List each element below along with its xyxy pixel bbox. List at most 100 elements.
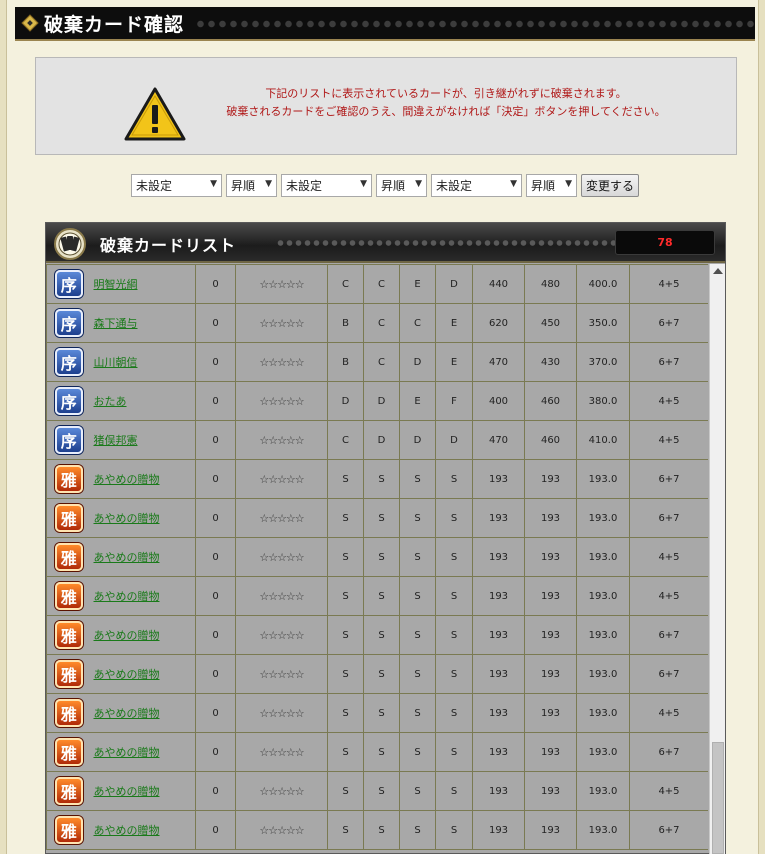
card-name-link[interactable]: 明智光綱 [94,278,138,291]
rarity-badge-icon[interactable]: 雅 [54,660,83,688]
sort-key-select-3[interactable]: 未設定 ▼ [431,174,522,197]
value-2-cell: 193 [524,498,577,538]
value-2-cell: 193 [524,537,577,577]
rank-4-cell: F [435,381,473,421]
card-name-link[interactable]: あやめの贈物 [94,824,160,837]
value-3-cell: 193.0 [576,537,630,577]
sort-filters: 未設定 ▼ 昇順 ▼ 未設定 ▼ 昇順 ▼ 未設定 ▼ 昇順 ▼ 変更する [131,174,640,197]
change-sort-button[interactable]: 変更する [581,174,640,197]
rank-2-cell: S [363,732,400,772]
rarity-badge-icon[interactable]: 雅 [54,816,83,844]
rank-1-cell: B [327,342,364,382]
cost-cell: 6+7 [629,303,708,343]
rarity-badge-icon[interactable]: 序 [54,309,83,337]
level-cell: 0 [195,381,236,421]
value-3-cell: 193.0 [576,693,630,733]
rarity-badge-icon[interactable]: 雅 [54,504,83,532]
rarity-badge-icon[interactable]: 雅 [54,543,83,571]
level-cell: 0 [195,615,236,655]
card-name-link[interactable]: 猪俣邦憲 [94,434,138,447]
stars-cell: ☆☆☆☆☆ [235,615,328,655]
card-icon-cell: 序 [46,381,91,421]
rarity-badge-icon[interactable]: 序 [54,387,83,415]
rank-2-cell: S [363,654,400,694]
value-3-cell: 370.0 [576,342,630,382]
value-3-cell: 193.0 [576,654,630,694]
card-icon-cell: 雅 [46,576,91,616]
sort-key-select-2[interactable]: 未設定 ▼ [281,174,372,197]
rank-1-cell: S [327,498,364,538]
discard-card-list-panel: 破棄カードリスト 78 序明智光綱 0 ☆☆☆☆☆ C C E D 440 480 400.0 4+… [45,222,726,854]
rank-4-cell: S [435,459,473,499]
cost-cell: 4+5 [629,771,708,811]
rarity-badge-icon[interactable]: 雅 [54,582,83,610]
rank-1-cell: S [327,576,364,616]
card-name-link[interactable]: 山川朝信 [94,356,138,369]
card-name-link[interactable]: あやめの贈物 [94,629,160,642]
rarity-badge-icon[interactable]: 雅 [54,699,83,727]
rank-4-cell: S [435,537,473,577]
rank-2-cell: C [363,303,400,343]
stars-cell: ☆☆☆☆☆ [235,498,328,538]
card-name-cell: あやめの贈物 [90,654,196,694]
chevron-down-icon: ▼ [510,179,517,189]
card-name-cell: あやめの贈物 [90,576,196,616]
card-name-link[interactable]: あやめの贈物 [94,746,160,759]
card-name-link[interactable]: あやめの贈物 [94,785,160,798]
level-cell: 0 [195,771,236,811]
card-name-link[interactable]: あやめの贈物 [94,473,160,486]
rarity-badge-icon[interactable]: 序 [54,348,83,376]
value-2-cell: 480 [524,264,577,304]
rank-3-cell: S [399,576,436,616]
gold-diamond-icon [21,14,39,32]
sort-order-select-2[interactable]: 昇順 ▼ [376,174,427,197]
cost-cell: 4+5 [629,537,708,577]
sort-order-select-1[interactable]: 昇順 ▼ [226,174,277,197]
card-name-link[interactable]: あやめの贈物 [94,707,160,720]
value-3-cell: 193.0 [576,576,630,616]
card-name-link[interactable]: おたあ [94,395,127,408]
table-row: 雅あやめの贈物 0 ☆☆☆☆☆ S S S S 193 193 193.0 6+7 [46,459,708,499]
table-row: 雅あやめの贈物 0 ☆☆☆☆☆ S S S S 193 193 193.0 4+5 [46,771,708,811]
rarity-badge-icon[interactable]: 雅 [54,465,83,493]
rarity-badge-icon[interactable]: 序 [54,270,83,298]
stars-cell: ☆☆☆☆☆ [235,537,328,577]
rarity-badge-icon[interactable]: 序 [54,426,83,454]
cost-cell: 4+5 [629,381,708,421]
card-name-link[interactable]: あやめの贈物 [94,590,160,603]
value-2-cell: 193 [524,771,577,811]
card-name-link[interactable]: あやめの贈物 [94,668,160,681]
table-row: 雅あやめの贈物 0 ☆☆☆☆☆ S S S S 193 193 193.0 4+5 [46,576,708,616]
sort-order-select-3[interactable]: 昇順 ▼ [526,174,577,197]
level-cell: 0 [195,537,236,577]
card-icon-cell: 雅 [46,498,91,538]
table-row: 序猪俣邦憲 0 ☆☆☆☆☆ C D D D 470 460 410.0 4+5 [46,420,708,460]
card-name-link[interactable]: あやめの贈物 [94,512,160,525]
rank-4-cell: S [435,615,473,655]
card-name-cell: あやめの贈物 [90,810,196,850]
card-icon-cell: 序 [46,303,91,343]
rank-2-cell: S [363,771,400,811]
value-1-cell: 193 [472,537,525,577]
table-row: 雅あやめの贈物 0 ☆☆☆☆☆ S S S S 193 193 193.0 6+7 [46,810,708,850]
card-table-viewport[interactable]: 序明智光綱 0 ☆☆☆☆☆ C C E D 440 480 400.0 4+5 序森下通与 0 ☆☆☆☆☆… [46,264,708,854]
rank-3-cell: E [399,381,436,421]
rank-1-cell: S [327,459,364,499]
card-name-link[interactable]: あやめの贈物 [94,551,160,564]
rank-1-cell: S [327,771,364,811]
scrollbar-thumb[interactable] [712,742,724,854]
rarity-badge-icon[interactable]: 雅 [54,777,83,805]
stars-cell: ☆☆☆☆☆ [235,264,328,304]
level-cell: 0 [195,498,236,538]
list-title: 破棄カードリスト [100,236,237,255]
stars-cell: ☆☆☆☆☆ [235,420,328,460]
card-name-link[interactable]: 森下通与 [94,317,138,330]
rarity-badge-icon[interactable]: 雅 [54,621,83,649]
sort-key-select-1[interactable]: 未設定 ▼ [131,174,222,197]
value-1-cell: 193 [472,576,525,616]
stars-cell: ☆☆☆☆☆ [235,459,328,499]
rarity-badge-icon[interactable]: 雅 [54,738,83,766]
scroll-up-arrow-icon[interactable] [713,268,723,274]
cost-cell: 4+5 [629,576,708,616]
list-scrollbar[interactable] [709,264,725,854]
